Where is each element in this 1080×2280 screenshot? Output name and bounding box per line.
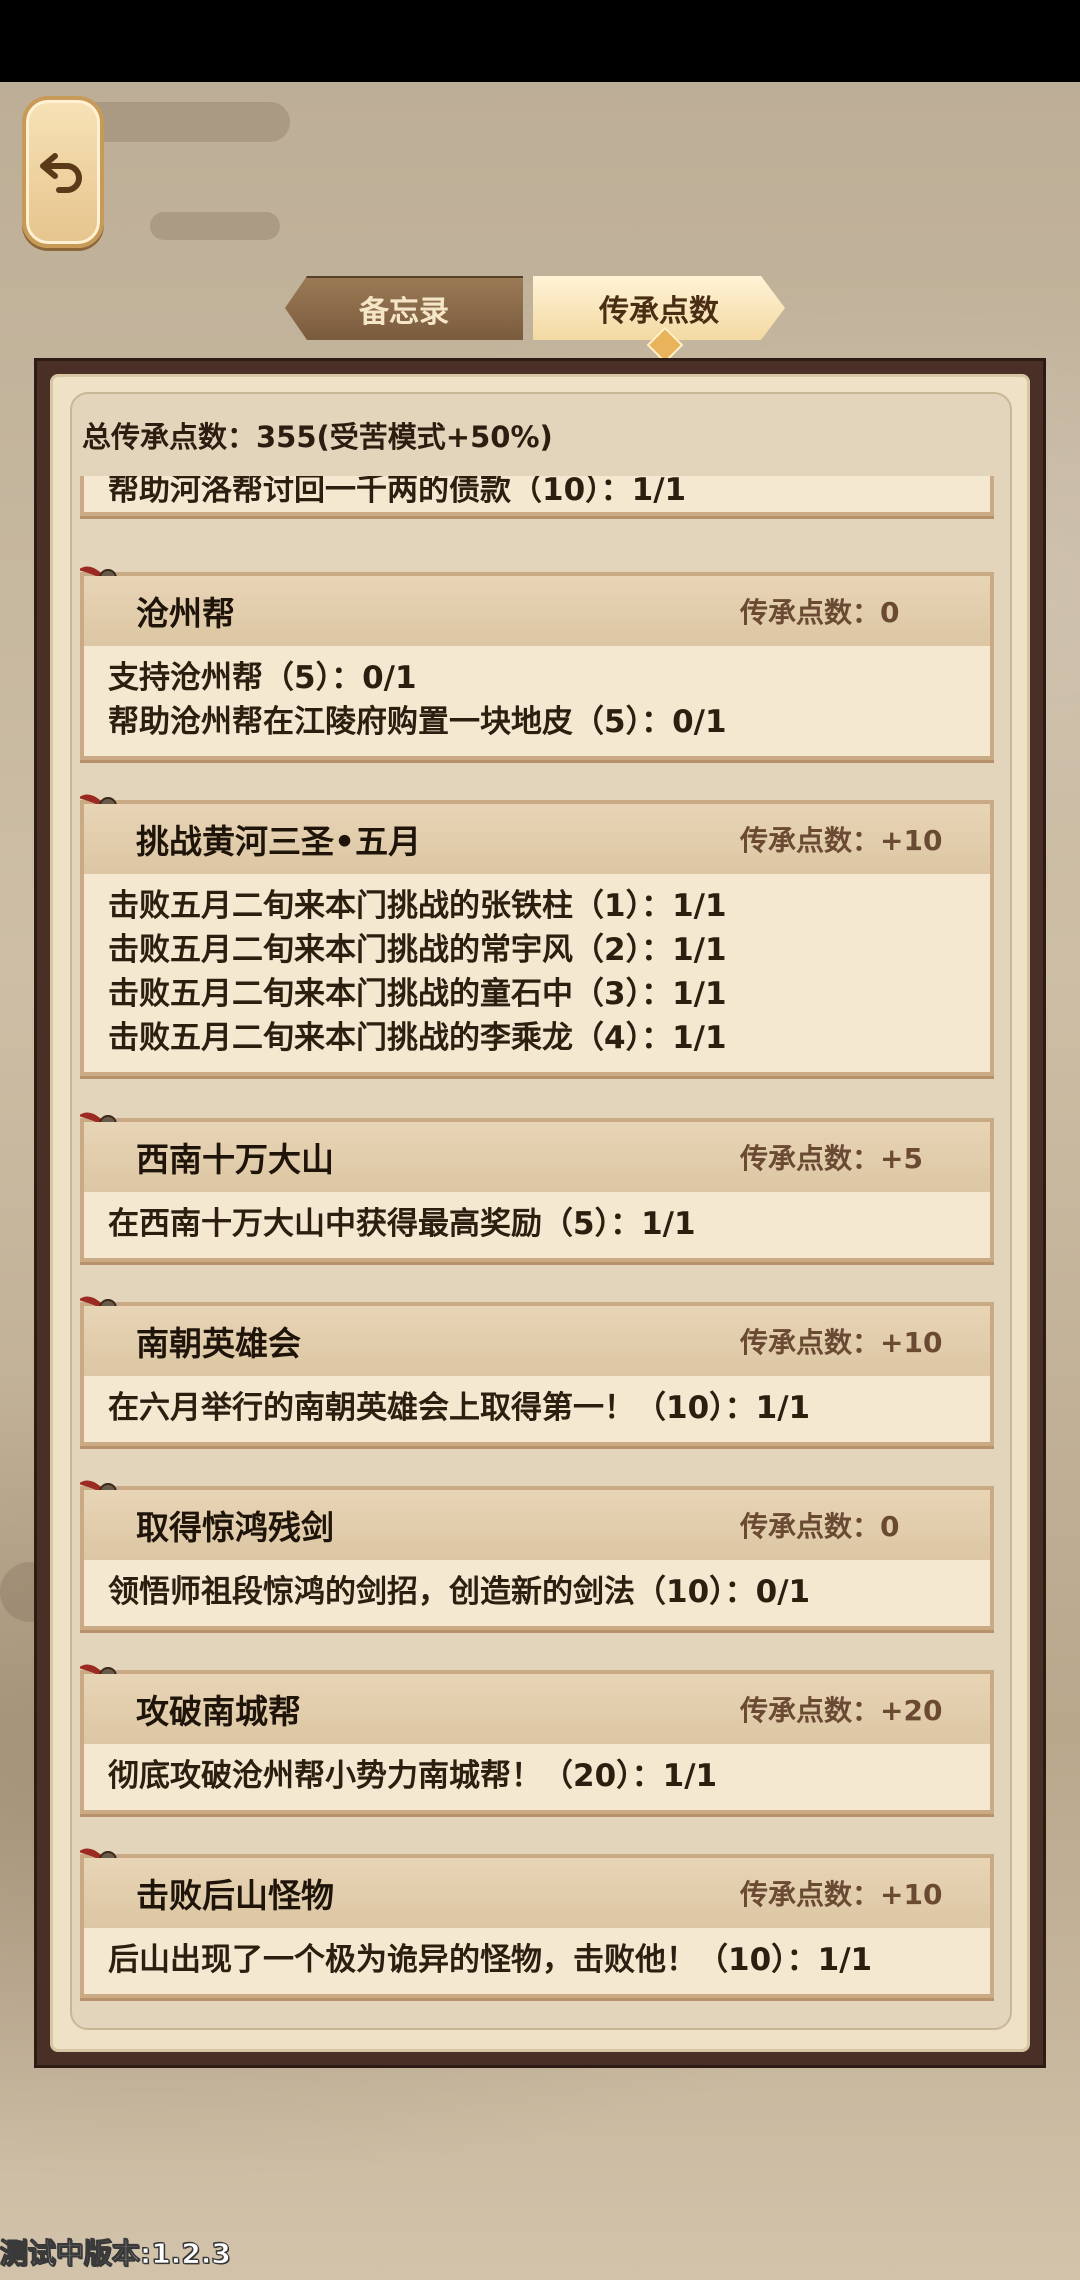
card-title: 击败后山怪物 xyxy=(136,1876,334,1915)
card-header: 攻破南城帮 传承点数：+20 xyxy=(84,1674,990,1744)
card-points: 传承点数：0 xyxy=(740,1510,900,1543)
task-line: 后山出现了一个极为诡异的怪物，击败他！（10）：1/1 xyxy=(108,1942,873,1978)
card-header: 挑战黄河三圣•五月 传承点数：+10 xyxy=(84,804,990,874)
task-line: 帮助沧州帮在江陵府购置一块地皮（5）：0/1 xyxy=(108,704,727,740)
task-line: 击败五月二旬来本门挑战的童石中（3）：1/1 xyxy=(108,976,727,1012)
task-line: 击败五月二旬来本门挑战的常宇风（2）：1/1 xyxy=(108,932,727,968)
card-title: 挑战黄河三圣•五月 xyxy=(136,822,422,861)
card-header: 沧州帮 传承点数：0 xyxy=(84,576,990,646)
list-item: 西南十万大山 传承点数：+5 在西南十万大山中获得最高奖励（5）：1/1 xyxy=(80,1112,994,1262)
achievement-list[interactable]: 帮助河洛帮讨回一千两的债款（10）：1/1 沧州帮 传承点数：0 支持沧州帮（5… xyxy=(80,476,1000,2020)
card-title: 西南十万大山 xyxy=(136,1140,334,1179)
card-header: 取得惊鸿残剑 传承点数：0 xyxy=(84,1490,990,1560)
tab-memo[interactable]: 备忘录 xyxy=(285,276,523,340)
task-line: 领悟师祖段惊鸿的剑招，创造新的剑法（10）：0/1 xyxy=(108,1574,811,1610)
task-line: 击败五月二旬来本门挑战的张铁柱（1）：1/1 xyxy=(108,888,727,924)
card-points: 传承点数：+10 xyxy=(740,1326,943,1359)
total-points: 总传承点数：355(受苦模式+50%) xyxy=(82,420,553,454)
list-item: 攻破南城帮 传承点数：+20 彻底攻破沧州帮小势力南城帮！（20）：1/1 xyxy=(80,1664,994,1814)
task-line: 击败五月二旬来本门挑战的李乘龙（4）：1/1 xyxy=(108,1020,727,1056)
back-button[interactable] xyxy=(22,96,104,248)
status-bar xyxy=(0,0,1080,82)
card-points: 传承点数：+20 xyxy=(740,1694,943,1727)
task-line: 帮助河洛帮讨回一千两的债款（10）：1/1 xyxy=(108,476,687,508)
task-line: 在西南十万大山中获得最高奖励（5）：1/1 xyxy=(108,1206,696,1242)
card-points: 传承点数：+10 xyxy=(740,824,943,857)
card-title: 南朝英雄会 xyxy=(136,1324,301,1363)
card-title: 攻破南城帮 xyxy=(136,1692,301,1731)
card-points: 传承点数：0 xyxy=(740,596,900,629)
list-item: 取得惊鸿残剑 传承点数：0 领悟师祖段惊鸿的剑招，创造新的剑法（10）：0/1 xyxy=(80,1480,994,1630)
tab-memo-label: 备忘录 xyxy=(359,295,449,330)
list-item: 帮助河洛帮讨回一千两的债款（10）：1/1 xyxy=(80,476,994,516)
back-arrow-icon xyxy=(40,153,82,193)
list-item: 南朝英雄会 传承点数：+10 在六月举行的南朝英雄会上取得第一！（10）：1/1 xyxy=(80,1296,994,1446)
task-line: 支持沧州帮（5）：0/1 xyxy=(108,660,417,696)
card-points: 传承点数：+10 xyxy=(740,1878,943,1911)
card-header: 击败后山怪物 传承点数：+10 xyxy=(84,1858,990,1928)
card-header: 西南十万大山 传承点数：+5 xyxy=(84,1122,990,1192)
task-line: 在六月举行的南朝英雄会上取得第一！（10）：1/1 xyxy=(108,1390,811,1426)
list-item: 沧州帮 传承点数：0 支持沧州帮（5）：0/1 帮助沧州帮在江陵府购置一块地皮（… xyxy=(80,566,994,760)
tab-legacy-points[interactable]: 传承点数 xyxy=(533,276,785,340)
tab-legacy-points-label: 传承点数 xyxy=(599,294,719,329)
list-item: 挑战黄河三圣•五月 传承点数：+10 击败五月二旬来本门挑战的张铁柱（1）：1/… xyxy=(80,794,994,1076)
card-header: 南朝英雄会 传承点数：+10 xyxy=(84,1306,990,1376)
task-line: 彻底攻破沧州帮小势力南城帮！（20）：1/1 xyxy=(108,1758,718,1794)
list-item: 击败后山怪物 传承点数：+10 后山出现了一个极为诡异的怪物，击败他！（10）：… xyxy=(80,1848,994,1998)
card-title: 沧州帮 xyxy=(136,594,235,633)
card-points: 传承点数：+5 xyxy=(740,1142,923,1175)
card-title: 取得惊鸿残剑 xyxy=(136,1508,334,1547)
version-label: 测试中版本:1.2.3 xyxy=(0,2237,231,2271)
